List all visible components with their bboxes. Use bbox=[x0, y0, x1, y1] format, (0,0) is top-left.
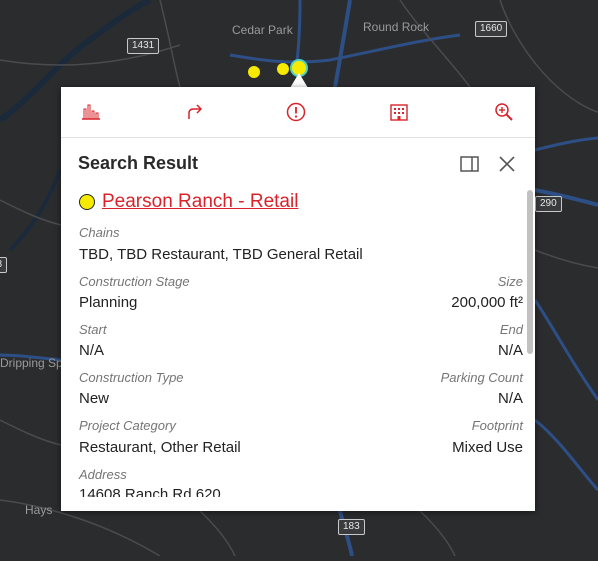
construction-stage-label: Construction Stage bbox=[79, 274, 190, 289]
popup-title: Search Result bbox=[78, 153, 199, 173]
close-button[interactable] bbox=[496, 153, 518, 175]
alert-icon bbox=[286, 102, 306, 122]
search-result-popup: Search Result Pearson Ranch - Retail Cha… bbox=[61, 87, 535, 511]
map-marker[interactable] bbox=[277, 63, 289, 75]
address-label: Address bbox=[79, 467, 127, 482]
zoom-in-icon bbox=[495, 103, 513, 121]
parking-count-label: Parking Count bbox=[440, 370, 523, 385]
chart-button[interactable] bbox=[78, 99, 104, 125]
dock-button[interactable] bbox=[459, 153, 481, 175]
start-value: N/A bbox=[79, 342, 105, 359]
map-label-hays: Hays bbox=[25, 503, 53, 517]
end-value: N/A bbox=[497, 342, 523, 359]
construction-type-value: New bbox=[79, 390, 110, 407]
map-label-cedar-park: Cedar Park bbox=[232, 23, 293, 37]
close-icon bbox=[499, 156, 515, 172]
chains-value: TBD, TBD Restaurant, TBD General Retail bbox=[79, 246, 363, 263]
highway-shield-1431: 1431 bbox=[127, 38, 160, 54]
building-icon bbox=[390, 104, 408, 121]
map-marker[interactable] bbox=[248, 66, 260, 78]
zoom-to-button[interactable] bbox=[491, 99, 517, 125]
footprint-label: Footprint bbox=[471, 418, 523, 433]
address-value: 14608 Ranch Rd 620 bbox=[79, 486, 221, 497]
bar-chart-icon bbox=[82, 104, 100, 120]
alert-button[interactable] bbox=[283, 99, 309, 125]
end-label: End bbox=[499, 322, 523, 337]
popup-scrollbar[interactable] bbox=[527, 190, 533, 354]
parking-count-value: N/A bbox=[497, 390, 523, 407]
start-label: Start bbox=[79, 322, 107, 337]
construction-type-label: Construction Type bbox=[79, 370, 184, 385]
map-label-round-rock: Round Rock bbox=[363, 20, 430, 34]
project-name-link[interactable]: Pearson Ranch - Retail bbox=[102, 191, 298, 213]
footprint-value: Mixed Use bbox=[452, 439, 523, 456]
popup-toolbar bbox=[61, 87, 535, 138]
construction-stage-value: Planning bbox=[79, 294, 138, 311]
highway-shield-1660: 1660 bbox=[475, 21, 508, 37]
popup-content[interactable]: Pearson Ranch - Retail Chains TBD, TBD R… bbox=[61, 187, 535, 497]
size-value: 200,000 ft² bbox=[451, 294, 523, 311]
project-category-label: Project Category bbox=[79, 418, 176, 433]
size-label: Size bbox=[497, 274, 523, 289]
highway-shield-290: 290 bbox=[535, 196, 562, 212]
building-button[interactable] bbox=[386, 99, 412, 125]
chains-label: Chains bbox=[79, 225, 120, 240]
share-button[interactable] bbox=[182, 99, 208, 125]
project-category-value: Restaurant, Other Retail bbox=[79, 439, 241, 456]
popup-pointer bbox=[290, 73, 308, 88]
dock-panel-icon bbox=[460, 156, 479, 172]
share-arrow-icon bbox=[188, 104, 203, 119]
project-title-row: Pearson Ranch - Retail bbox=[79, 191, 298, 213]
status-dot-icon bbox=[79, 194, 95, 210]
highway-shield-183: 183 bbox=[338, 519, 365, 535]
highway-shield-68: 68 bbox=[0, 257, 8, 273]
map-label-dripping-springs: Dripping Spr bbox=[0, 356, 67, 370]
